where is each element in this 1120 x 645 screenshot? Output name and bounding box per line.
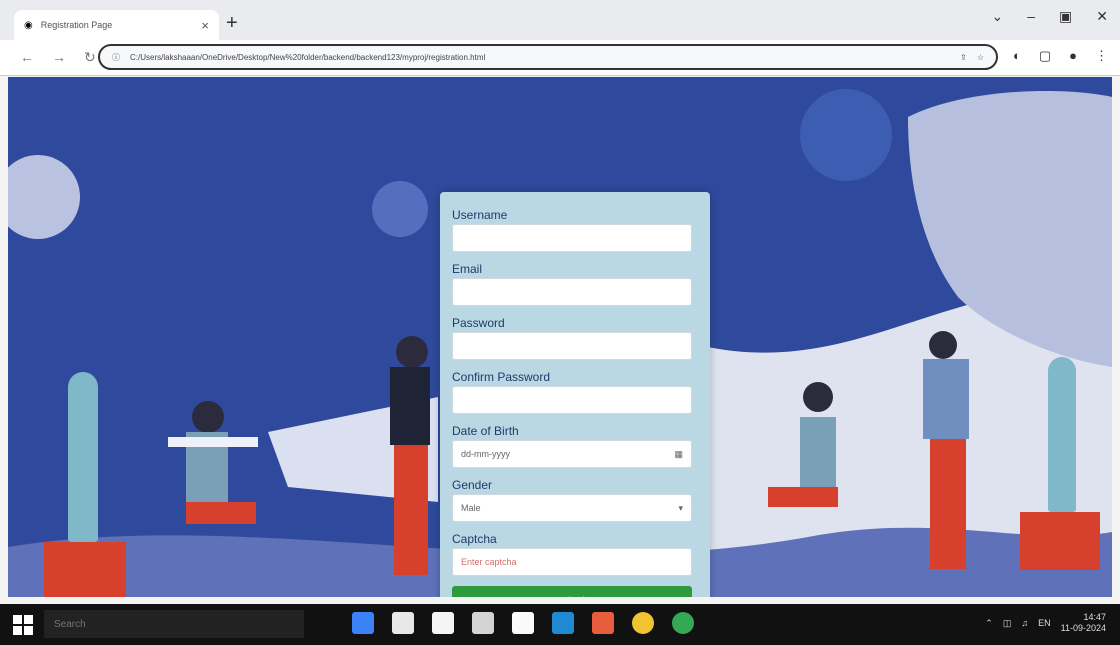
- clock[interactable]: 14:47 11-09-2024: [1061, 612, 1106, 634]
- system-tray: ⌃ ◫ ♫ EN 14:47 11-09-2024: [985, 612, 1106, 634]
- dropdown-icon[interactable]: ⌄: [992, 8, 1004, 25]
- back-button[interactable]: ←: [20, 49, 34, 66]
- taskbar-search[interactable]: Search: [44, 610, 304, 638]
- username-label: Username: [452, 208, 508, 222]
- url-input[interactable]: ⓘ C:/Users/lakshaaan/OneDrive/Desktop/Ne…: [98, 44, 998, 70]
- chrome-profile-icon[interactable]: [672, 612, 694, 634]
- submit-button[interactable]: Submit: [452, 586, 692, 597]
- tray-arrow-icon[interactable]: ⌃: [985, 618, 993, 629]
- taskbar-apps: [352, 612, 694, 634]
- share-icon[interactable]: ⇪: [960, 53, 967, 62]
- window-controls: ⌄ – ▣ ✕: [992, 8, 1109, 25]
- app-icon[interactable]: [592, 612, 614, 634]
- password-label: Password: [452, 316, 505, 330]
- tab-title: Registration Page: [40, 20, 113, 30]
- vscode-icon[interactable]: [552, 612, 574, 634]
- registration-form: Username Email Password Confirm Password…: [440, 192, 710, 597]
- captcha-label: Captcha: [452, 532, 497, 546]
- reload-button[interactable]: ↻: [84, 49, 96, 66]
- dob-label: Date of Birth: [452, 424, 519, 438]
- clock-time: 14:47: [1083, 612, 1106, 622]
- email-label: Email: [452, 262, 483, 276]
- gender-select[interactable]: Male ▾: [452, 494, 692, 522]
- captcha-placeholder: Enter captcha: [461, 557, 517, 567]
- profile-icon[interactable]: ●: [1069, 48, 1077, 64]
- clock-date: 11-09-2024: [1060, 623, 1106, 633]
- url-text: C:/Users/lakshaaan/OneDrive/Desktop/New%…: [130, 52, 486, 62]
- screen: ◉ Registration Page × + ⌄ – ▣ ✕ ← → ↻ ⓘ …: [0, 0, 1120, 645]
- network-icon[interactable]: ◫: [1003, 618, 1012, 629]
- sidepanel-icon[interactable]: ▢: [1039, 48, 1051, 64]
- nav-buttons: ← → ↻: [20, 49, 96, 66]
- dob-value: dd-mm-yyyy: [461, 449, 510, 459]
- language-icon[interactable]: EN: [1038, 618, 1051, 628]
- file-explorer-icon[interactable]: [392, 612, 414, 634]
- windows-start-icon[interactable]: [12, 614, 34, 636]
- address-bar-area: ← → ↻ ⓘ C:/Users/lakshaaan/OneDrive/Desk…: [0, 40, 1120, 76]
- new-tab-button[interactable]: +: [226, 12, 238, 35]
- store-icon[interactable]: [432, 612, 454, 634]
- username-input[interactable]: [452, 224, 692, 252]
- notepad-icon[interactable]: [512, 612, 534, 634]
- password-input[interactable]: [452, 332, 692, 360]
- captcha-input[interactable]: Enter captcha: [452, 548, 692, 576]
- search-placeholder: Search: [54, 618, 86, 630]
- toolbar-icons: ◐ ▢ ● ⋮: [1013, 48, 1108, 64]
- taskbar: Search ⌃ ◫ ♫ EN 14:47 11-09-2024: [0, 604, 1120, 645]
- task-view-icon[interactable]: [352, 612, 374, 634]
- extension-icon[interactable]: ◐: [1013, 48, 1021, 64]
- calendar-icon[interactable]: ▦: [674, 449, 683, 460]
- mail-icon[interactable]: [472, 612, 494, 634]
- browser-tabbar: ◉ Registration Page × + ⌄ – ▣ ✕: [0, 0, 1120, 40]
- confirm-password-input[interactable]: [452, 386, 692, 414]
- info-icon[interactable]: ⓘ: [112, 52, 120, 63]
- email-input[interactable]: [452, 278, 692, 306]
- menu-icon[interactable]: ⋮: [1095, 48, 1108, 64]
- gender-label: Gender: [452, 478, 493, 492]
- chevron-down-icon: ▾: [678, 502, 683, 513]
- maximize-button[interactable]: ▣: [1059, 8, 1072, 25]
- gender-value: Male: [461, 503, 481, 513]
- close-tab-icon[interactable]: ×: [201, 18, 209, 33]
- chrome-icon[interactable]: [632, 612, 654, 634]
- page-background: Username Email Password Confirm Password…: [8, 77, 1112, 597]
- forward-button[interactable]: →: [52, 49, 66, 66]
- tab-registration-page[interactable]: ◉ Registration Page ×: [14, 10, 219, 40]
- globe-icon: ◉: [24, 19, 33, 31]
- confirm-password-label: Confirm Password: [452, 370, 551, 384]
- close-window-button[interactable]: ✕: [1096, 8, 1108, 25]
- dob-input[interactable]: dd-mm-yyyy ▦: [452, 440, 692, 468]
- volume-icon[interactable]: ♫: [1021, 618, 1028, 628]
- minimize-button[interactable]: –: [1027, 8, 1035, 25]
- bookmark-star-icon[interactable]: ☆: [977, 53, 984, 62]
